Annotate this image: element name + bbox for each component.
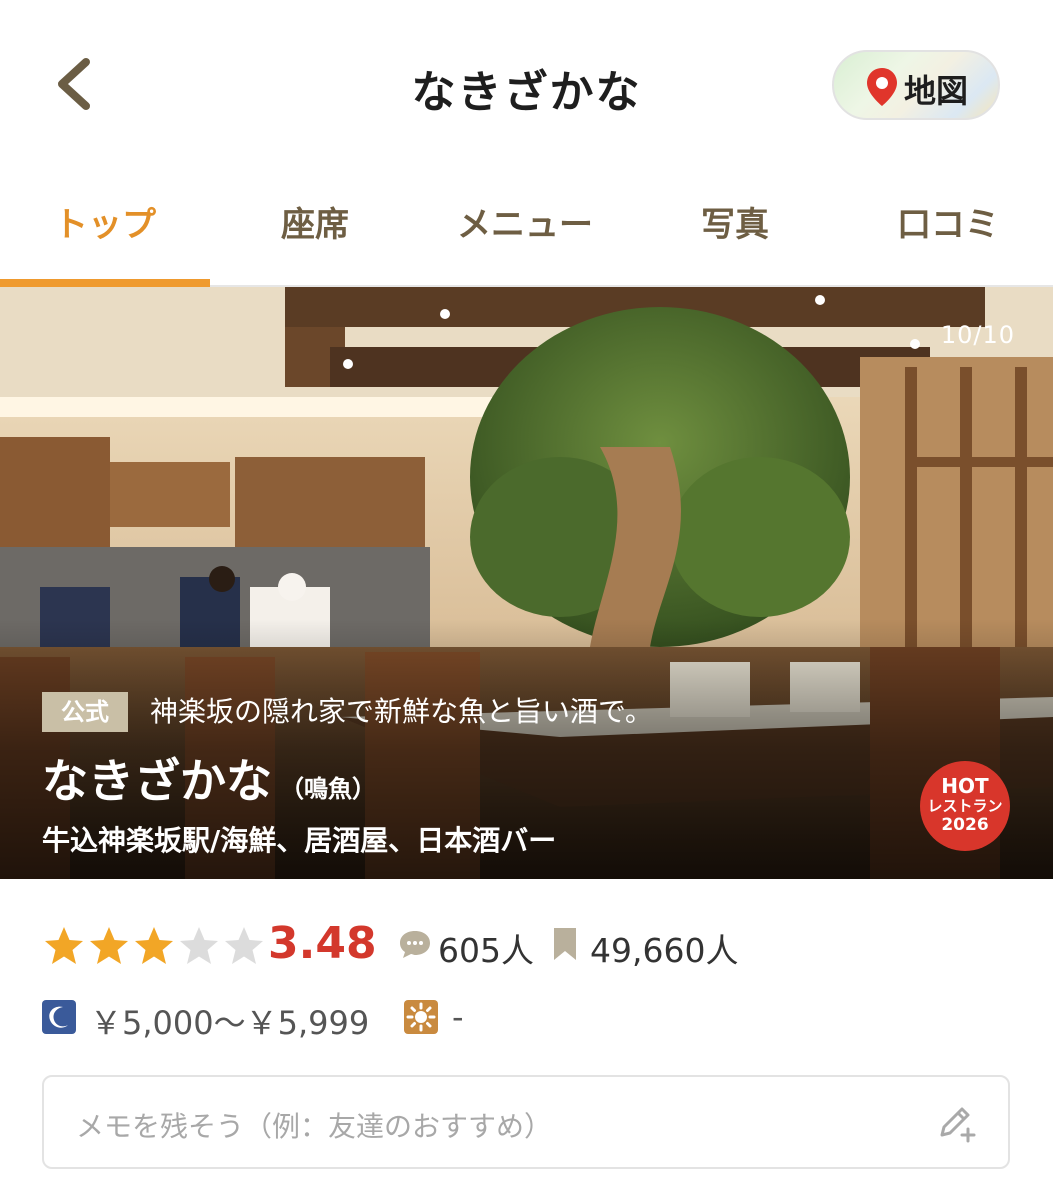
tab-menu[interactable]: メニュー	[420, 185, 630, 285]
shop-name-reading: （鳴魚）	[280, 775, 376, 803]
dinner-budget: ￥5,000～￥5,999	[90, 1004, 370, 1042]
map-button[interactable]: 地図	[832, 50, 1000, 120]
star-filled-icon	[45, 927, 83, 964]
bookmark-icon	[554, 928, 576, 960]
star-filled-icon	[135, 927, 173, 964]
moon-icon	[42, 1000, 76, 1034]
hot-restaurant-badge: HOT レストラン 2026	[920, 761, 1010, 851]
map-pin-icon	[867, 68, 897, 106]
photo-counter: 10/10	[940, 321, 1015, 349]
sun-icon	[404, 1000, 438, 1034]
shop-name-text: なきざかな	[42, 754, 272, 808]
star-empty-icon	[225, 927, 263, 964]
hot-badge-line1: HOT	[941, 774, 989, 798]
tab-bar: トップ 座席 メニュー 写真 口コミ	[0, 185, 1053, 287]
memo-input[interactable]: メモを残そう（例：友達のおすすめ）	[42, 1075, 1010, 1169]
shop-station-genre: 牛込神楽坂駅/海鮮、居酒屋、日本酒バー	[42, 824, 557, 857]
hero-photo-carousel[interactable]: 10/10 公式 神楽坂の隠れ家で新鮮な魚と旨い酒で。 なきざかな （鳴魚） 牛込…	[0, 287, 1053, 879]
star-empty-icon	[180, 927, 218, 964]
lunch-budget: -	[452, 998, 464, 1036]
hot-badge-line2: レストラン	[927, 797, 1003, 815]
tab-top[interactable]: トップ	[0, 185, 210, 287]
tab-reviews[interactable]: 口コミ	[843, 185, 1053, 285]
shop-tagline: 神楽坂の隠れ家で新鮮な魚と旨い酒で。	[150, 695, 653, 728]
rating-row: 3.48 605人 49,660人	[42, 918, 1022, 974]
rating-score[interactable]: 3.48	[268, 918, 377, 969]
star-rating	[42, 924, 267, 968]
app-header: なきざかな 地図	[0, 0, 1053, 170]
tab-photos[interactable]: 写真	[630, 185, 840, 285]
tab-seats[interactable]: 座席	[210, 185, 420, 285]
shop-name: なきざかな （鳴魚）	[42, 745, 376, 811]
bookmark-count[interactable]: 49,660人	[590, 924, 738, 972]
official-badge: 公式	[42, 692, 128, 732]
review-count[interactable]: 605人	[438, 924, 534, 972]
hot-badge-line3: 2026	[941, 815, 989, 835]
pencil-add-icon[interactable]	[934, 1101, 978, 1145]
budget-row: ￥5,000～￥5,999 -	[42, 998, 942, 1042]
comment-icon	[400, 931, 430, 958]
map-button-label: 地図	[904, 72, 969, 110]
memo-placeholder: メモを残そう（例：友達のおすすめ）	[76, 1110, 553, 1143]
star-filled-icon	[90, 927, 128, 964]
